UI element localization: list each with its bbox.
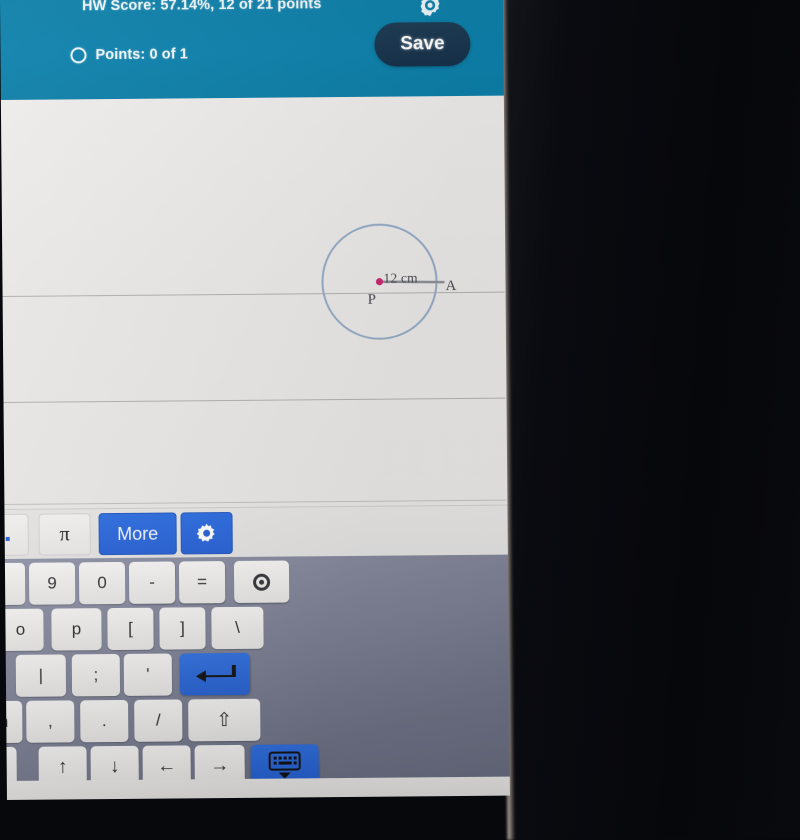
arrow-right-icon: → (210, 755, 230, 777)
key-backslash[interactable]: \ (211, 606, 264, 650)
mixed-number-key[interactable] (0, 513, 29, 557)
content-divider (0, 397, 506, 404)
point-p-label: P (367, 291, 377, 308)
key-bracket-left[interactable]: [ (107, 607, 154, 651)
key-period[interactable]: . (80, 699, 129, 743)
hide-keyboard-icon (268, 751, 301, 779)
key-apostrophe[interactable]: ' (123, 653, 173, 696)
key-shift[interactable]: ⇧ (188, 698, 261, 742)
key-o[interactable]: o (0, 608, 44, 652)
point-a-label: A (445, 278, 457, 295)
key-minus[interactable]: - (128, 561, 176, 604)
key-backspace[interactable] (233, 560, 290, 603)
key-semicolon[interactable]: ; (71, 653, 121, 697)
key-0[interactable]: 0 (78, 561, 126, 605)
radius-label: 12 cm (383, 270, 418, 286)
key-p[interactable]: p (51, 608, 102, 651)
on-screen-keyboard: 9 0- = o p[] \ |; ' m,. / ⇧ ↑ ↓ ← → (0, 554, 510, 790)
gear-icon[interactable] (180, 511, 233, 555)
hw-score-text: HW Score: 57.14%, 12 of 21 points (81, 0, 322, 15)
content-divider (0, 499, 507, 506)
enter-icon (195, 664, 236, 683)
key-equals[interactable]: = (178, 561, 226, 604)
pi-key[interactable]: π (38, 513, 91, 556)
backspace-icon (253, 573, 271, 591)
key-enter[interactable] (179, 652, 251, 696)
key-bracket-right[interactable]: ] (159, 607, 206, 650)
question-points-row: Points: 0 of 1 (70, 46, 188, 64)
arrow-down-icon: ↓ (109, 755, 120, 778)
math-input-toolbar: π More (0, 504, 510, 561)
more-button[interactable]: More (98, 512, 177, 556)
key-pipe[interactable]: | (15, 654, 67, 697)
key-9[interactable]: 9 (28, 562, 76, 605)
device-bezel (498, 0, 800, 840)
gear-icon[interactable] (416, 0, 444, 19)
key-comma[interactable]: , (26, 700, 75, 743)
keyboard-bottom-strip (0, 776, 510, 800)
radio-unchecked-icon (70, 47, 87, 64)
key-slash[interactable]: / (134, 699, 183, 742)
key-partial-8[interactable] (0, 562, 26, 606)
assignment-header: HW Score: 57.14%, 12 of 21 points Points… (0, 0, 510, 103)
arrow-up-icon: ↑ (57, 756, 68, 778)
key-m[interactable]: m (0, 700, 23, 744)
arrow-left-icon: ← (157, 755, 177, 777)
shift-icon: ⇧ (216, 709, 233, 731)
circle-diagram: 12 cm A P (317, 206, 458, 357)
device-screen: HW Score: 57.14%, 12 of 21 points Points… (0, 0, 510, 800)
points-text: Points: 0 of 1 (95, 46, 188, 64)
save-button[interactable]: Save (374, 21, 471, 67)
mixed-number-icon (0, 526, 12, 544)
question-content-area: 12 cm A P (0, 95, 510, 513)
